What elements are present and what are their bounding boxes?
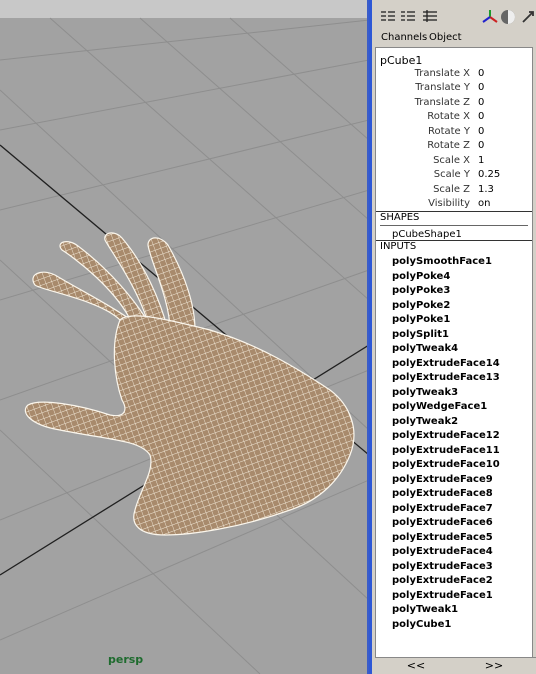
shape-item[interactable]: pCubeShape1 [392, 229, 462, 240]
input-node-item[interactable]: polyExtrudeFace13 [392, 372, 500, 383]
attribute-value[interactable]: 0 [478, 111, 484, 122]
attribute-label: Rotate X [427, 111, 470, 122]
input-node-item[interactable]: polyExtrudeFace9 [392, 474, 493, 485]
node-name[interactable]: pCube1 [380, 54, 422, 67]
attribute-label: Rotate Y [427, 126, 470, 137]
input-node-item[interactable]: polyExtrudeFace8 [392, 488, 493, 499]
input-node-item[interactable]: polyPoke4 [392, 271, 450, 282]
attribute-value[interactable]: 0 [478, 140, 484, 151]
attribute-row[interactable]: Scale Y 0.25 [376, 169, 532, 183]
input-node-item[interactable]: polyExtrudeFace14 [392, 358, 500, 369]
prev-button[interactable]: << [381, 659, 451, 672]
input-node-item[interactable]: polyExtrudeFace1 [392, 590, 493, 601]
input-node-item[interactable]: polyPoke2 [392, 300, 450, 311]
input-node-item[interactable]: polyTweak4 [392, 343, 458, 354]
input-node-item[interactable]: polySplit1 [392, 329, 449, 340]
attribute-label: Scale Y [433, 169, 470, 180]
channel-box-panel: Channels Object pCube1 Translate X 0 Tran… [369, 0, 536, 674]
attribute-label: Scale Z [433, 184, 470, 195]
divider [380, 225, 528, 226]
input-node-item[interactable]: polyExtrudeFace11 [392, 445, 500, 456]
attribute-value[interactable]: 0 [478, 68, 484, 79]
attribute-row[interactable]: Translate Z 0 [376, 97, 532, 111]
input-node-item[interactable]: polyPoke3 [392, 285, 450, 296]
input-node-item[interactable]: polyCube1 [392, 619, 451, 630]
attribute-row[interactable]: Rotate X 0 [376, 111, 532, 125]
tab-channels[interactable]: Channels [381, 32, 427, 43]
render-icon[interactable] [499, 8, 517, 26]
next-button[interactable]: >> [459, 659, 529, 672]
attribute-row[interactable]: Scale X 1 [376, 155, 532, 169]
input-node-item[interactable]: polyExtrudeFace3 [392, 561, 493, 572]
input-node-item[interactable]: polyExtrudeFace5 [392, 532, 493, 543]
shapes-header: SHAPES [380, 212, 420, 223]
channel-box-nav: << >> [375, 657, 536, 674]
attribute-row[interactable]: Rotate Y 0 [376, 126, 532, 140]
input-node-item[interactable]: polyPoke1 [392, 314, 450, 325]
attribute-label: Translate X [414, 68, 470, 79]
attribute-value[interactable]: 0.25 [478, 169, 500, 180]
attribute-row[interactable]: Translate X 0 [376, 68, 532, 82]
pick-icon[interactable] [519, 8, 536, 26]
attribute-row[interactable]: Rotate Z 0 [376, 140, 532, 154]
channel-box: pCube1 Translate X 0 Translate Y 0 Transla… [375, 47, 533, 658]
attribute-value[interactable]: 0 [478, 97, 484, 108]
attribute-label: Translate Z [414, 97, 470, 108]
attribute-label: Translate Y [415, 82, 470, 93]
input-node-item[interactable]: polySmoothFace1 [392, 256, 492, 267]
input-node-item[interactable]: polyExtrudeFace10 [392, 459, 500, 470]
channel-box-icon[interactable] [379, 8, 397, 26]
input-node-item[interactable]: polyTweak3 [392, 387, 458, 398]
attribute-row[interactable]: Translate Y 0 [376, 82, 532, 96]
input-node-item[interactable]: polyExtrudeFace12 [392, 430, 500, 441]
axis-icon[interactable] [481, 8, 499, 26]
input-node-item[interactable]: polyExtrudeFace2 [392, 575, 493, 586]
tab-object[interactable]: Object [429, 32, 462, 43]
attribute-value[interactable]: 0 [478, 82, 484, 93]
input-node-item[interactable]: polyWedgeFace1 [392, 401, 487, 412]
attribute-value[interactable]: on [478, 198, 490, 209]
input-node-item[interactable]: polyTweak1 [392, 604, 458, 615]
attribute-row[interactable]: Scale Z 1.3 [376, 184, 532, 198]
attribute-label: Rotate Z [427, 140, 470, 151]
3d-viewport[interactable]: persp [0, 0, 369, 674]
attribute-row[interactable]: Visibility on [376, 198, 532, 212]
input-node-item[interactable]: polyExtrudeFace4 [392, 546, 493, 557]
camera-label: persp [108, 653, 144, 666]
attribute-editor-icon[interactable] [421, 8, 439, 26]
attribute-value[interactable]: 0 [478, 126, 484, 137]
attribute-label: Visibility [428, 198, 470, 209]
input-node-item[interactable]: polyExtrudeFace6 [392, 517, 493, 528]
attribute-value[interactable]: 1 [478, 155, 484, 166]
input-node-item[interactable]: polyExtrudeFace7 [392, 503, 493, 514]
attribute-value[interactable]: 1.3 [478, 184, 494, 195]
viewport-scene [0, 17, 367, 674]
inputs-header: INPUTS [380, 241, 417, 252]
input-node-item[interactable]: polyTweak2 [392, 416, 458, 427]
panel-toolbar: Channels Object [375, 0, 536, 47]
layer-editor-icon[interactable] [399, 8, 417, 26]
attribute-label: Scale X [433, 155, 470, 166]
